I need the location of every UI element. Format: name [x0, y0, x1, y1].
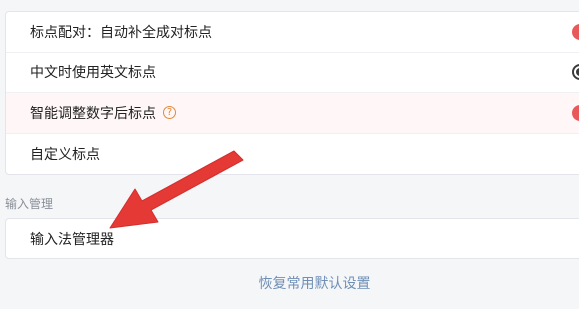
- section-header-input-management: 输入管理: [5, 197, 54, 211]
- setting-label: 智能调整数字后标点: [30, 105, 156, 122]
- setting-row-english-punct[interactable]: 中文时使用英文标点: [6, 53, 579, 93]
- setting-label: 标点配对：自动补全成对标点: [30, 24, 212, 41]
- smart-number-punct-toggle[interactable]: [572, 104, 579, 121]
- input-management-card: 输入法管理器: [5, 218, 579, 259]
- restore-defaults-link[interactable]: 恢复常用默认设置: [0, 273, 579, 293]
- english-punct-toggle[interactable]: [572, 64, 579, 81]
- setting-label: 输入法管理器: [30, 232, 114, 249]
- setting-row-custom-punct[interactable]: 自定义标点: [6, 134, 579, 175]
- setting-row-auto-pair[interactable]: 标点配对：自动补全成对标点: [6, 12, 579, 53]
- question-circle-icon[interactable]: ?: [163, 106, 176, 120]
- punctuation-settings-card: 标点配对：自动补全成对标点 中文时使用英文标点 智能调整数字后标点 ? 自定义标…: [5, 11, 579, 175]
- auto-pair-toggle[interactable]: [572, 23, 579, 40]
- setting-label: 中文时使用英文标点: [30, 65, 156, 82]
- setting-label: 自定义标点: [30, 146, 100, 163]
- setting-row-smart-number-punct[interactable]: 智能调整数字后标点 ?: [6, 93, 579, 134]
- section-header-cut: [5, 0, 9, 5]
- setting-row-ime-manager[interactable]: 输入法管理器: [6, 219, 579, 260]
